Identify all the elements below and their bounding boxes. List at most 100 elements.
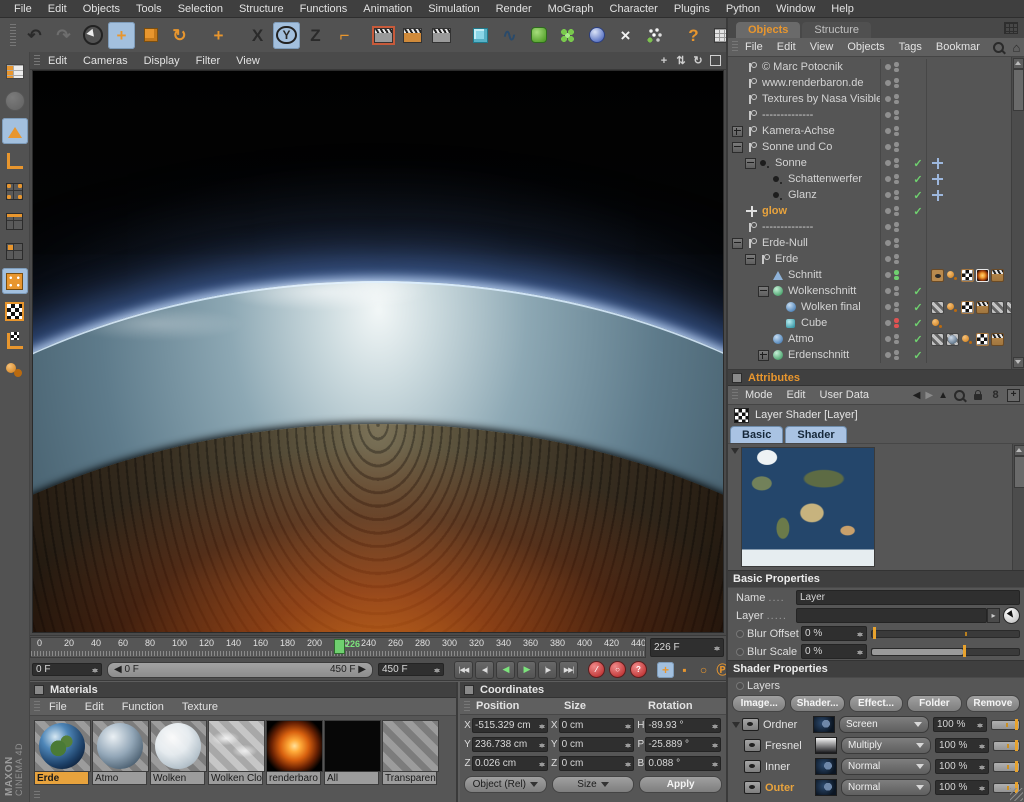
menu-objects[interactable]: Objects — [75, 3, 128, 15]
visibility-dots[interactable] — [880, 347, 910, 363]
shader-layer-fresnel[interactable]: FresnelMultiply100 % — [728, 735, 1024, 756]
current-frame-field[interactable]: 226 F — [650, 638, 724, 657]
layer-opacity-slider[interactable] — [993, 762, 1020, 772]
om-menu-file[interactable]: File — [738, 41, 770, 53]
rotation-p-field[interactable]: -25.889 ° — [645, 737, 721, 752]
autokey-toggle-button[interactable]: ○ — [609, 661, 626, 678]
sphstr-tag-icon[interactable] — [946, 333, 959, 346]
blur-offset-spinner[interactable] — [856, 629, 863, 639]
tree-row-atmo[interactable]: Atmo✓ — [728, 331, 1012, 347]
visibility-dots[interactable] — [880, 187, 910, 203]
materials-footer-drag[interactable] — [34, 791, 40, 800]
viewport-menu-edit[interactable]: Edit — [40, 55, 75, 67]
next-key-button[interactable]: |▶ — [538, 661, 557, 679]
visibility-dots[interactable] — [880, 107, 910, 123]
coordinate-mode-dropdown[interactable]: Object (Rel) — [464, 776, 547, 793]
visibility-dots[interactable] — [880, 235, 910, 251]
record-keyframe-button[interactable]: ⁄ — [588, 661, 605, 678]
tree-row-schattenwerfer[interactable]: Schattenwerfer✓ — [728, 171, 1012, 187]
spheres-tag-icon[interactable] — [931, 317, 944, 330]
tree-row-schnitt[interactable]: Schnitt — [728, 267, 1012, 283]
tree-row-wolken-final[interactable]: Wolken final✓ — [728, 299, 1012, 315]
history-icon[interactable]: 8 — [989, 389, 1002, 402]
preview-range-slider[interactable]: ◀ 0 F 450 F ▶ — [107, 662, 373, 678]
checker-tag-icon[interactable] — [961, 269, 974, 282]
blur-offset-field[interactable]: 0 % — [801, 626, 867, 641]
add-cube-object-icon[interactable] — [467, 22, 494, 49]
tab-shader[interactable]: Shader — [785, 426, 846, 443]
om-menu-bookmar[interactable]: Bookmar — [929, 41, 987, 53]
nav-forward-icon[interactable]: ▶ — [925, 390, 933, 401]
scrollbar-thumb[interactable] — [1013, 69, 1024, 111]
add-metaball-icon[interactable] — [583, 22, 610, 49]
viewport-menu-display[interactable]: Display — [136, 55, 188, 67]
visibility-dots[interactable] — [880, 283, 910, 299]
enabled-check[interactable]: ✓ — [910, 285, 926, 298]
texture-checker-mode-icon[interactable] — [2, 298, 28, 324]
play-backward-button[interactable]: ◀ — [496, 661, 515, 679]
tree-row-cube[interactable]: Cube✓ — [728, 315, 1012, 331]
lock-z-axis-icon[interactable]: Z — [302, 22, 329, 49]
key-position-toggle[interactable]: + — [657, 662, 674, 678]
help-icon[interactable]: ? — [680, 22, 707, 49]
nav-back-icon[interactable]: ◀ — [913, 390, 921, 401]
attr-scrollbar-thumb[interactable] — [1014, 456, 1024, 488]
home-icon[interactable]: ⌂ — [1010, 41, 1023, 54]
tree-row-www-renderbaron-de[interactable]: www.renderbaron.de — [728, 75, 1012, 91]
range-end-spinner[interactable] — [433, 665, 440, 675]
layer-picker-icon[interactable] — [1003, 607, 1020, 624]
blur-scale-field[interactable]: 0 % — [801, 644, 867, 659]
material-item-all[interactable]: All — [324, 720, 379, 785]
undo-icon[interactable]: ↶ — [21, 22, 48, 49]
tree-row-sonne[interactable]: Sonne✓ — [728, 155, 1012, 171]
visibility-dots[interactable] — [880, 123, 910, 139]
menu-animation[interactable]: Animation — [355, 3, 420, 15]
viewport-pan-icon[interactable]: + — [657, 54, 671, 68]
button-remove[interactable]: Remove — [966, 695, 1020, 712]
attr-search-icon[interactable] — [953, 389, 966, 402]
material-item-transparen[interactable]: Transparen — [382, 720, 437, 785]
redo-icon[interactable]: ↷ — [50, 22, 77, 49]
tree-row-glow[interactable]: glow✓ — [728, 203, 1012, 219]
layer-visibility-icon[interactable] — [744, 781, 761, 794]
attributes-menu-user-data[interactable]: User Data — [813, 389, 877, 401]
range-end-field[interactable]: 450 F — [378, 663, 444, 676]
layer-opacity-field[interactable]: 100 % — [935, 738, 989, 753]
folder-expand-icon[interactable] — [732, 722, 740, 732]
viewport-maximize-icon[interactable] — [708, 54, 722, 68]
om-menu-edit[interactable]: Edit — [770, 41, 803, 53]
checker-tag-icon[interactable] — [961, 301, 974, 314]
layer-opacity-slider[interactable] — [993, 741, 1020, 751]
range-start-spinner[interactable] — [91, 665, 98, 675]
layer-visibility-icon[interactable] — [744, 760, 761, 773]
visibility-dots[interactable] — [880, 299, 910, 315]
visibility-dots[interactable] — [880, 331, 910, 347]
clap-tag-icon[interactable] — [991, 269, 1004, 282]
enabled-check[interactable]: ✓ — [910, 157, 926, 170]
apply-button[interactable]: Apply — [639, 776, 722, 793]
window-layout-icon[interactable] — [1004, 22, 1018, 34]
enabled-check[interactable]: ✓ — [910, 349, 926, 362]
om-menu-tags[interactable]: Tags — [892, 41, 929, 53]
blend-mode-dropdown[interactable]: Multiply — [841, 737, 931, 754]
menu-character[interactable]: Character — [602, 3, 666, 15]
search-icon[interactable] — [992, 41, 1005, 54]
visibility-dots[interactable] — [880, 171, 910, 187]
model-mode-icon[interactable] — [2, 118, 28, 144]
expander-icon[interactable] — [732, 126, 743, 137]
layer-opacity-field[interactable]: 100 % — [933, 717, 987, 732]
points-mode-icon[interactable] — [2, 178, 28, 204]
visibility-dots[interactable] — [880, 139, 910, 155]
resize-grip[interactable] — [1010, 788, 1023, 801]
enabled-check[interactable]: ✓ — [910, 205, 926, 218]
expander-icon[interactable] — [758, 350, 769, 361]
attributes-menu-mode[interactable]: Mode — [738, 389, 780, 401]
layer-menu-button[interactable]: ▸ — [987, 608, 1000, 623]
tree-row-textures-by-nasa-visible-eart[interactable]: Textures by Nasa Visible Eart — [728, 91, 1012, 107]
button-folder[interactable]: Folder — [907, 695, 961, 712]
attr-scroll-up-icon[interactable] — [1014, 445, 1024, 456]
menu-functions[interactable]: Functions — [292, 3, 356, 15]
enabled-check[interactable]: ✓ — [910, 333, 926, 346]
checker-tag-icon[interactable] — [976, 333, 989, 346]
layout-grid-icon[interactable] — [2, 58, 28, 84]
